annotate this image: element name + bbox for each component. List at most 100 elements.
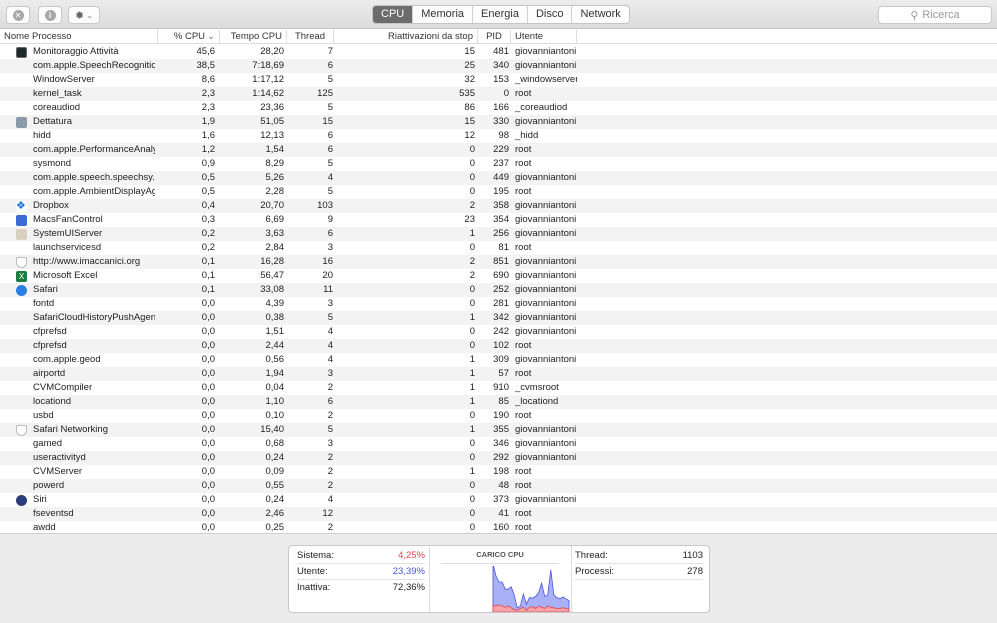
column-header-2[interactable]: Tempo CPU (220, 30, 287, 44)
process-name: cfprefsd (33, 340, 67, 351)
cpu-time: 1,10 (265, 396, 285, 407)
cpu-percent: 45,6 (196, 46, 216, 57)
table-row[interactable]: com.apple.geod 0,0 0,56 4 1 309 giovanniantoni (0, 353, 997, 367)
column-header-1[interactable]: % CPU ⌄ (158, 30, 220, 44)
table-row[interactable]: SafariCloudHistoryPushAgent 0,0 0,38 5 1 342 g… (0, 311, 997, 325)
sort-descending-icon: ⌄ (207, 31, 215, 42)
chart-title: CARICO CPU (441, 550, 559, 564)
table-row[interactable]: locationd 0,0 1,10 6 1 85 _locationd (0, 395, 997, 409)
column-header-4[interactable]: Riattivazioni da stop (334, 30, 478, 44)
table-row[interactable]: Safari 0,1 33,08 11 0 252 giovanniantoni (0, 283, 997, 297)
threads: 4 (327, 494, 333, 505)
cpu-time: 0,09 (265, 466, 285, 477)
action-menu-button[interactable]: ✹ ⌄ (68, 6, 100, 24)
tab-memoria[interactable]: Memoria (412, 6, 472, 23)
tab-disco[interactable]: Disco (526, 6, 572, 23)
table-row[interactable]: powerd 0,0 0,55 2 0 48 root (0, 479, 997, 493)
search-field[interactable]: ⚲ Ricerca (878, 6, 992, 24)
tab-network[interactable]: Network (571, 6, 628, 23)
column-header-3[interactable]: Thread (287, 30, 334, 44)
quit-process-button[interactable]: ✕ (6, 6, 30, 24)
cpu-percent: 0,0 (201, 508, 215, 519)
process-name: powerd (33, 480, 65, 491)
user: root (515, 466, 532, 477)
threads: 5 (327, 158, 333, 169)
table-row[interactable]: com.apple.SpeechRecognitio... 38,5 7:18,69… (0, 59, 997, 73)
idle-wakeups: 0 (469, 298, 475, 309)
excel-icon: X (16, 271, 27, 282)
column-header-5[interactable]: PID (478, 30, 511, 44)
table-row[interactable]: awdd 0,0 0,25 2 0 160 root (0, 521, 997, 533)
idle-wakeups: 0 (469, 326, 475, 337)
pid: 153 (493, 74, 509, 85)
table-row[interactable]: CVMCompiler 0,0 0,04 2 1 910 _cvmsroot (0, 381, 997, 395)
table-row[interactable]: gamed 0,0 0,68 3 0 346 giovanniantoni (0, 437, 997, 451)
table-row[interactable]: usbd 0,0 0,10 2 0 190 root (0, 409, 997, 423)
chevron-down-icon: ⌄ (86, 10, 93, 20)
cpu-percent: 0,9 (201, 158, 215, 169)
safari-icon (16, 285, 27, 296)
pid: 98 (498, 130, 509, 141)
table-row[interactable]: launchservicesd 0,2 2,84 3 0 81 root (0, 241, 997, 255)
table-row[interactable]: com.apple.PerformanceAnaly... 1,2 1,54 6 0 22… (0, 143, 997, 157)
table-row[interactable]: com.apple.AmbientDisplayAg... 0,5 2,28 5 0 19… (0, 185, 997, 199)
cpu-time: 1,54 (265, 144, 285, 155)
threads: 125 (317, 88, 333, 99)
table-row[interactable]: ❖ Dropbox 0,4 20,70 103 2 358 giovanniantoni (0, 199, 997, 213)
table-row[interactable]: sysmond 0,9 8,29 5 0 237 root (0, 157, 997, 171)
table-row[interactable]: SystemUIServer 0,2 3,63 6 1 256 giovanniantoni (0, 227, 997, 241)
table-row[interactable]: http://www.imaccanici.org 0,1 16,28 16 2 851 g… (0, 255, 997, 269)
table-row[interactable]: hidd 1,6 12,13 6 12 98 _hidd (0, 129, 997, 143)
process-name: Dropbox (33, 200, 69, 211)
idle-wakeups: 0 (469, 438, 475, 449)
table-row[interactable]: kernel_task 2,3 1:14,62 125 535 0 root (0, 87, 997, 101)
table-row[interactable]: fseventsd 0,0 2,46 12 0 41 root (0, 507, 997, 521)
table-row[interactable]: coreaudiod 2,3 23,36 5 86 166 _coreaudiod (0, 101, 997, 115)
search-placeholder: Ricerca (922, 9, 960, 21)
table-row[interactable]: useractivityd 0,0 0,24 2 0 292 giovanniantoni (0, 451, 997, 465)
table-row[interactable]: WindowServer 8,6 1:17,12 5 32 153 _windowserve… (0, 73, 997, 87)
stat-inattiva: Inattiva: 72,36% (297, 580, 425, 596)
cpu-time: 2,46 (265, 508, 285, 519)
info-button[interactable]: i (38, 6, 62, 24)
cpu-time: 0,04 (265, 382, 285, 393)
cpu-percent: 0,0 (201, 424, 215, 435)
cpu-time: 2,84 (265, 242, 285, 253)
table-row[interactable]: cfprefsd 0,0 2,44 4 0 102 root (0, 339, 997, 353)
table-row[interactable]: Monitoraggio Attività 45,6 28,20 7 15 481 giov… (0, 45, 997, 59)
pid: 346 (493, 438, 509, 449)
table-row[interactable]: cfprefsd 0,0 1,51 4 0 242 giovanniantoni (0, 325, 997, 339)
idle-wakeups: 0 (469, 340, 475, 351)
summary-area: Sistema: 4,25% Utente: 23,39% Inattiva: 72,… (0, 533, 997, 623)
table-row[interactable]: fontd 0,0 4,39 3 0 281 giovanniantoni (0, 297, 997, 311)
table-row[interactable]: CVMServer 0,0 0,09 2 1 198 root (0, 465, 997, 479)
process-table[interactable]: Monitoraggio Attività 45,6 28,20 7 15 481 giov… (0, 45, 997, 533)
table-row[interactable]: airportd 0,0 1,94 3 1 57 root (0, 367, 997, 381)
idle-wakeups: 23 (464, 214, 475, 225)
column-label: Tempo CPU (230, 31, 282, 42)
table-row[interactable]: X Microsoft Excel 0,1 56,47 20 2 690 giovannian… (0, 269, 997, 283)
threads: 4 (327, 354, 333, 365)
pid: 309 (493, 354, 509, 365)
table-row[interactable]: Dettatura 1,9 51,05 15 15 330 giovanniantoni (0, 115, 997, 129)
user: root (515, 508, 532, 519)
process-name: locationd (33, 396, 72, 407)
threads: 2 (327, 382, 333, 393)
table-row[interactable]: Safari Networking 0,0 15,40 5 1 355 giovannian… (0, 423, 997, 437)
cpu-percent: 0,0 (201, 340, 215, 351)
cpu-time: 16,28 (260, 256, 284, 267)
user: giovanniantoni (515, 60, 577, 71)
column-header-6[interactable]: Utente (511, 30, 577, 44)
table-row[interactable]: MacsFanControl 0,3 6,69 9 23 354 giovannianton… (0, 213, 997, 227)
table-row[interactable]: com.apple.speech.speechsy... 0,5 5,26 4 0 449… (0, 171, 997, 185)
tab-cpu[interactable]: CPU (373, 6, 413, 23)
process-name: gamed (33, 438, 63, 449)
process-name: airportd (33, 368, 66, 379)
table-row[interactable]: Siri 0,0 0,24 4 0 373 giovanniantoni (0, 493, 997, 507)
divider (571, 546, 572, 612)
idle-wakeups: 1 (469, 354, 475, 365)
column-header-0[interactable]: Nome Processo (0, 30, 158, 44)
tab-energia[interactable]: Energia (472, 6, 527, 23)
cpu-time: 51,05 (260, 116, 284, 127)
user: giovanniantoni (515, 270, 577, 281)
